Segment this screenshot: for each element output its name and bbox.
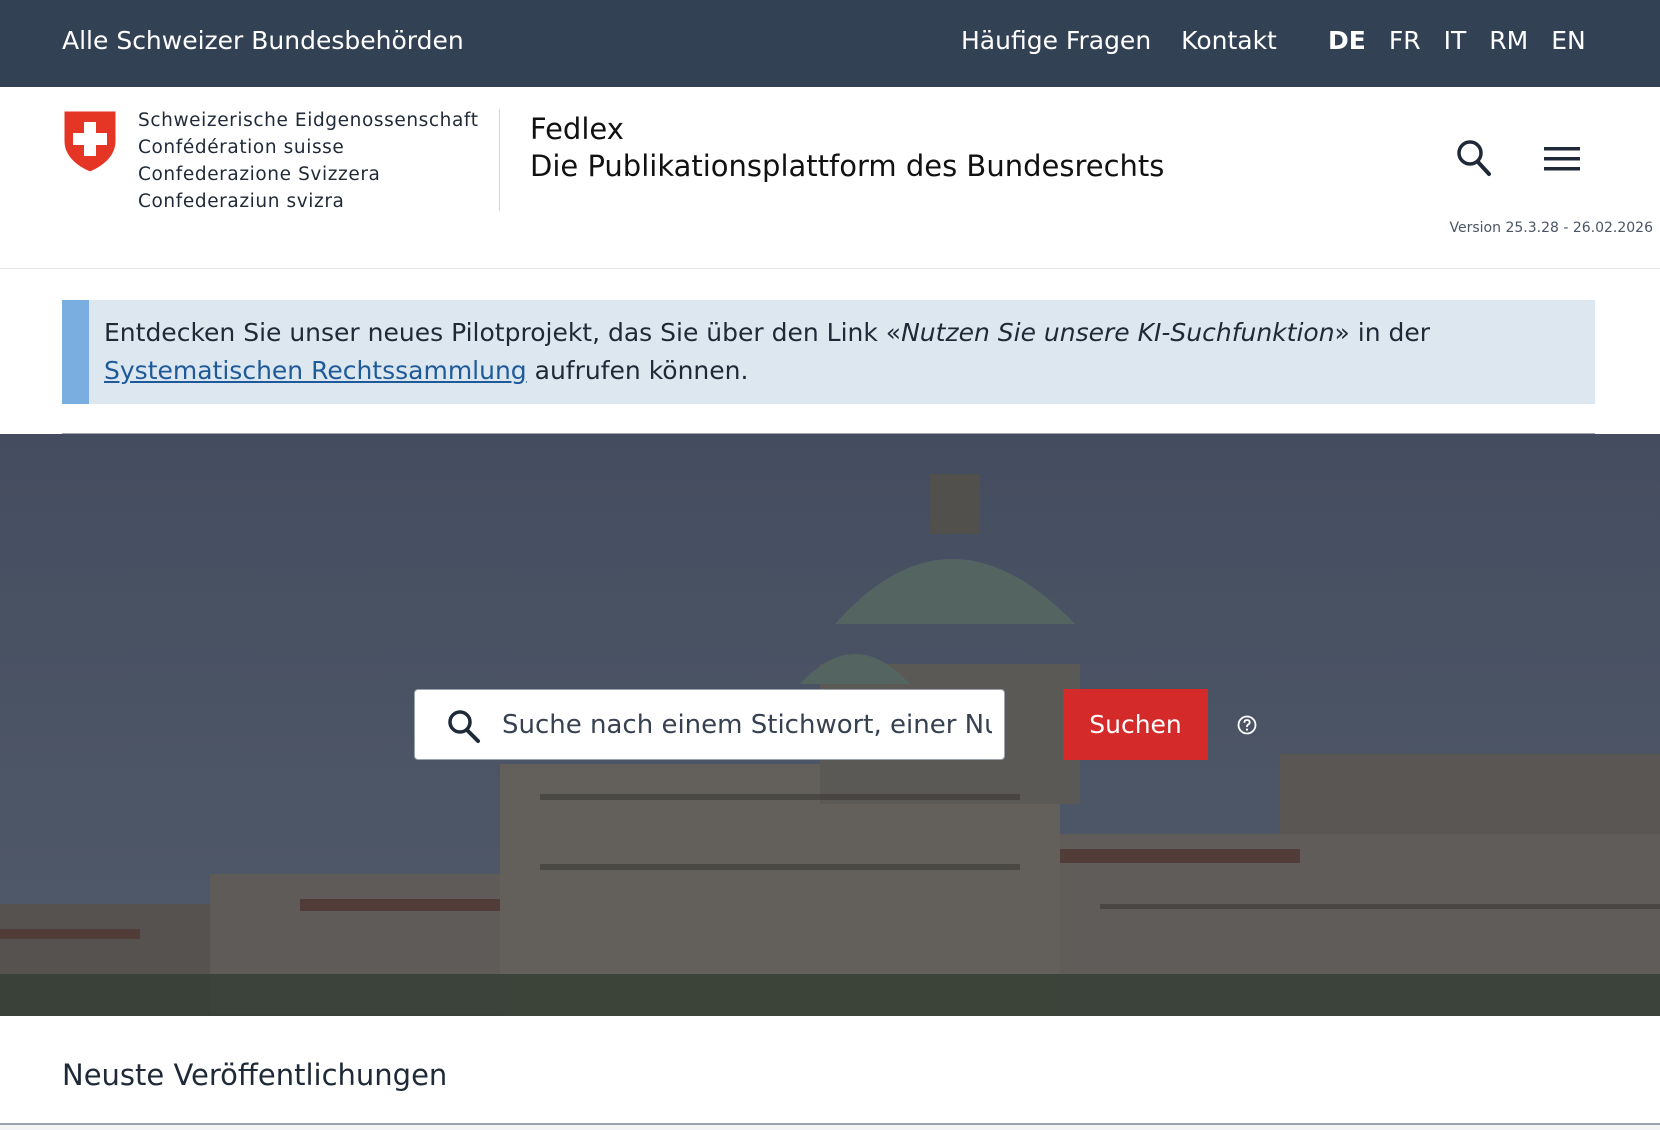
subtitle: Die Publikationsplattform des Bundesrech… [530,149,1165,183]
confederation-fr: Confédération suisse [138,137,345,158]
faq-link[interactable]: Häufige Fragen [961,26,1151,55]
search-icon[interactable] [1456,139,1492,177]
section-title: Neuste Veröffentlichungen [62,1058,448,1092]
search-box [414,689,1005,760]
language-switcher: DE FR IT RM EN [1328,26,1586,55]
contact-link[interactable]: Kontakt [1181,26,1277,55]
top-bar: Alle Schweizer Bundesbehörden Häufige Fr… [0,0,1660,87]
search-button[interactable]: Suchen [1063,689,1208,760]
banner-text: aufrufen können. [526,356,749,385]
confederation-it: Confederazione Svizzera [138,164,381,185]
confederation-names: Schweizerische Eidgenossenschaft Confédé… [138,107,479,215]
lang-rm[interactable]: RM [1489,26,1528,55]
version-label: Version 25.3.28 - 26.02.2026 [1449,220,1653,236]
systematic-collection-link[interactable]: Systematischen Rechtssammlung [104,356,527,385]
all-authorities-link[interactable]: Alle Schweizer Bundesbehörden [62,26,464,55]
top-links: Häufige Fragen Kontakt [961,26,1277,55]
title: Fedlex [530,112,624,146]
section-background [0,1125,1660,1130]
confederation-rm: Confederaziun svizra [138,191,345,212]
banner-italic: Nutzen Sie unsere KI-Suchfunktion [901,318,1335,347]
site-title[interactable]: Fedlex Die Publikationsplattform des Bun… [530,111,1164,185]
info-banner: Entdecken Sie unser neues Pilotprojekt, … [62,300,1595,404]
confederation-de: Schweizerische Eidgenossenschaft [138,110,479,131]
lang-it[interactable]: IT [1444,26,1467,55]
lang-fr[interactable]: FR [1389,26,1421,55]
divider [499,109,500,211]
menu-icon[interactable] [1544,147,1580,171]
banner-text: » in der [1334,318,1431,347]
help-icon[interactable] [1237,715,1257,735]
lang-en[interactable]: EN [1551,26,1586,55]
lang-de[interactable]: DE [1328,26,1366,55]
search-icon [448,710,480,743]
search-input[interactable] [502,700,992,750]
banner-text: Entdecken Sie unser neues Pilotprojekt, … [104,318,902,347]
swiss-coat-of-arms-icon[interactable] [62,109,118,173]
site-header: Schweizerische Eidgenossenschaft Confédé… [0,87,1660,269]
